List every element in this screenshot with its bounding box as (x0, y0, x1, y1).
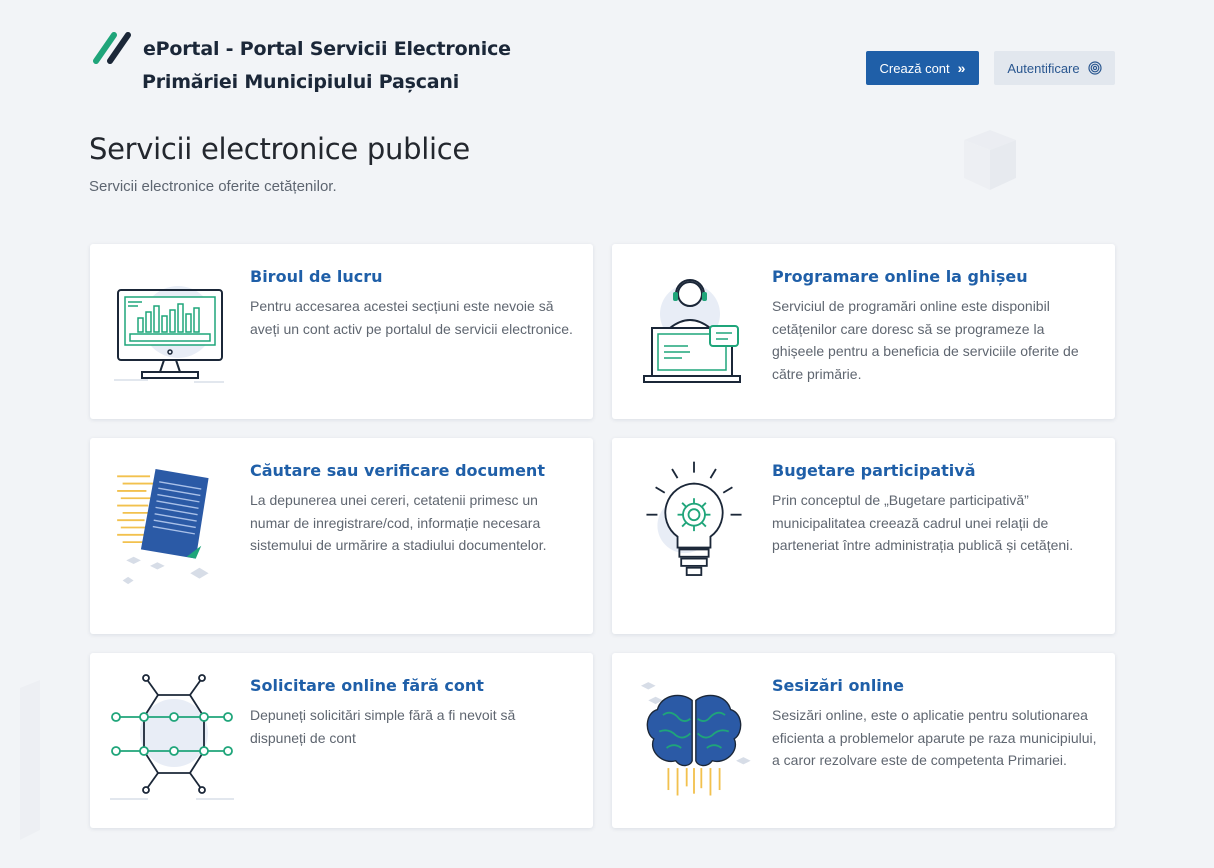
card-title: Sesizări online (772, 676, 905, 695)
create-account-label: Crează cont (879, 60, 950, 76)
card-title: Bugetare participativă (772, 461, 976, 480)
service-card-cautare-document[interactable]: Căutare sau verificare document La depun… (90, 438, 593, 634)
login-label: Autentificare (1007, 60, 1080, 76)
login-button[interactable]: Autentificare (994, 51, 1115, 85)
service-card-biroul-de-lucru[interactable]: Biroul de lucru Pentru accesarea acestei… (90, 244, 593, 419)
double-chevron-right-icon: » (957, 60, 966, 76)
logo-slashes-icon (93, 32, 131, 64)
card-title: Solicitare online fără cont (250, 676, 484, 695)
support-agent-laptop-icon (643, 279, 741, 383)
card-title: Biroul de lucru (250, 267, 383, 286)
card-title: Căutare sau verificare document (250, 461, 545, 480)
card-description: Depuneți solicitări simple fără a fi nev… (250, 707, 516, 746)
card-description: Sesizări online, este o aplicatie pentru… (772, 707, 1097, 768)
page-subtitle: Servicii electronice oferite cetățenilor… (89, 178, 337, 195)
service-card-bugetare-participativa[interactable]: Bugetare participativă Prin conceptul de… (612, 438, 1115, 634)
lightbulb-gear-icon (646, 461, 742, 576)
site-logo[interactable]: ePortal - Portal Servicii Electronice (93, 32, 511, 66)
card-description: Pentru accesarea acestei secțiuni este n… (250, 298, 573, 337)
fingerprint-icon (1088, 61, 1102, 75)
page-title: Servicii electronice publice (89, 132, 470, 166)
background-cube-decoration (964, 130, 1016, 190)
card-description: Serviciul de programări online este disp… (772, 298, 1079, 382)
network-nodes-icon (110, 674, 234, 800)
card-description: La depunerea unei cereri, cetatenii prim… (250, 492, 547, 553)
card-title: Programare online la ghișeu (772, 267, 1028, 286)
background-cube-decoration (20, 680, 40, 840)
service-card-programare-online[interactable]: Programare online la ghișeu Serviciul de… (612, 244, 1115, 419)
logo-title-line1: ePortal - Portal Servicii Electronice (143, 38, 511, 60)
logo-title-line2: Primăriei Municipiului Pașcani (142, 71, 460, 93)
document-icon (117, 468, 209, 585)
create-account-button[interactable]: Crează cont » (866, 51, 979, 85)
desktop-chart-icon (114, 286, 224, 383)
service-card-sesizari-online[interactable]: Sesizări online Sesizări online, este o … (612, 653, 1115, 828)
card-description: Prin conceptul de „Bugetare participativ… (772, 492, 1074, 553)
brain-icon (640, 682, 751, 796)
service-card-solicitare-fara-cont[interactable]: Solicitare online fără cont Depuneți sol… (90, 653, 593, 828)
